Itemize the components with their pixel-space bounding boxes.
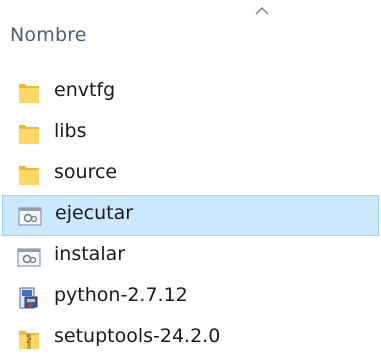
folder-icon — [19, 166, 39, 185]
file-name: python-2.7.12 — [54, 284, 188, 306]
file-name: libs — [54, 120, 87, 142]
zip-archive-icon — [19, 331, 39, 349]
list-item-source[interactable]: source — [0, 154, 381, 195]
batch-file-icon — [18, 207, 42, 226]
list-item-setuptools[interactable]: setuptools-24.2.0 — [0, 318, 381, 359]
file-list: envtfg libs source ejecutar instalar pyt… — [0, 72, 381, 359]
file-name: setuptools-24.2.0 — [54, 325, 221, 347]
file-name: source — [54, 161, 118, 183]
list-item-libs[interactable]: libs — [0, 113, 381, 154]
column-header-name[interactable]: Nombre — [10, 24, 87, 46]
batch-file-icon — [17, 248, 41, 267]
sort-ascending-icon[interactable] — [254, 6, 270, 16]
installer-icon — [19, 287, 38, 309]
list-item-instalar[interactable]: instalar — [0, 236, 381, 277]
folder-icon — [19, 125, 39, 144]
folder-icon — [19, 84, 39, 103]
list-item-ejecutar[interactable]: ejecutar — [2, 195, 379, 236]
file-name: instalar — [54, 243, 126, 265]
list-item-python[interactable]: python-2.7.12 — [0, 277, 381, 318]
file-name: ejecutar — [55, 202, 134, 224]
list-item-envtfg[interactable]: envtfg — [0, 72, 381, 113]
file-name: envtfg — [54, 79, 116, 101]
